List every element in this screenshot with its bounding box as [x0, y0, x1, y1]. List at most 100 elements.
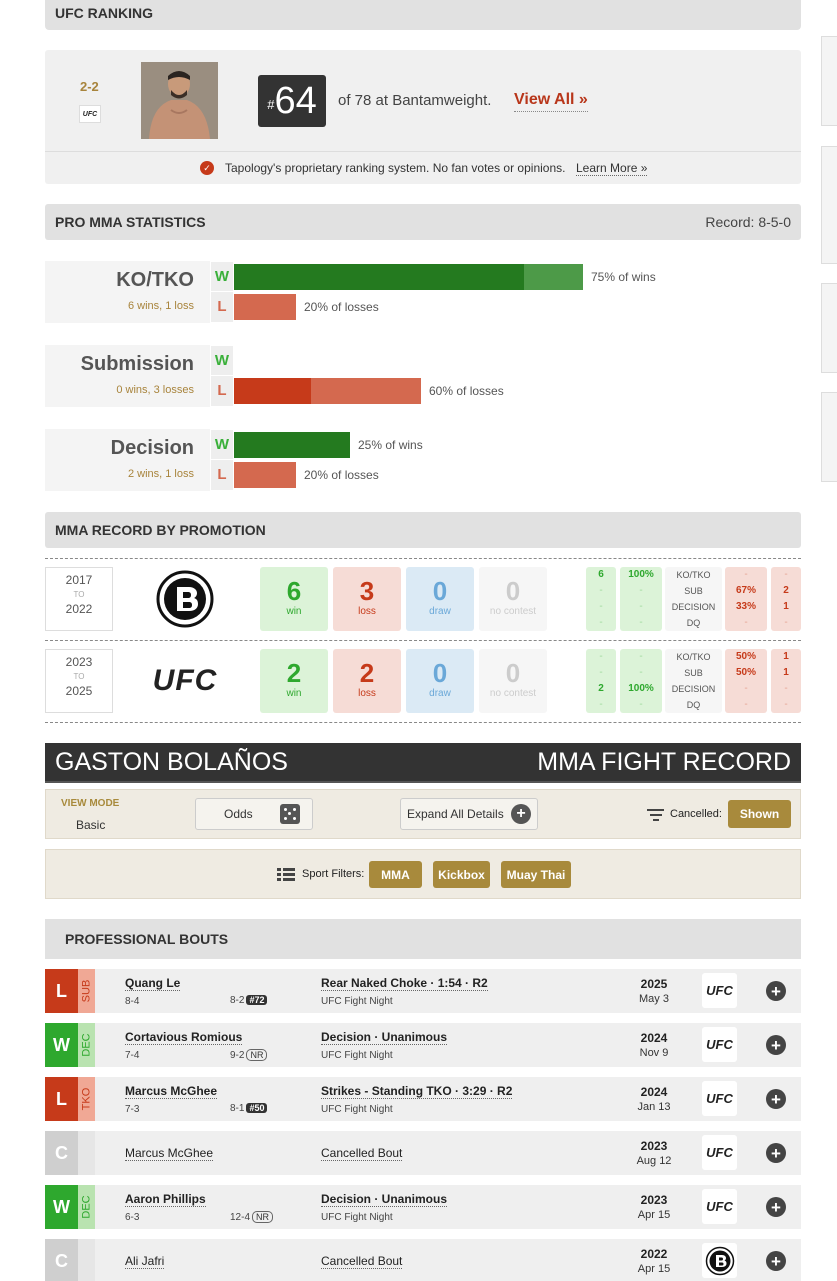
bout-row[interactable]: L SUB Quang Le 8-4 8-2 #72 UFC Fight Night Rear…: [45, 969, 801, 1013]
promo-lpct-cell: 50%: [735, 667, 756, 678]
promo-loss-count: 3: [359, 576, 375, 606]
bout-row[interactable]: C Marcus McGhee Cancelled Bout 2023 Aug 12 UF…: [45, 1131, 801, 1175]
promo-win-card: 6 win: [260, 567, 328, 631]
sport-filters-label: Sport Filters:: [302, 868, 365, 880]
promo-years: 2017 TO 2022: [45, 567, 113, 631]
promo-draw-card: 0 draw: [406, 649, 474, 713]
loss-pct-label: 20% of losses: [304, 300, 379, 314]
promo-wcount-cell: 2: [598, 683, 604, 694]
bout-row[interactable]: W DEC Aaron Phillips 6-3 12-4 NR UFC Fight Nig…: [45, 1185, 801, 1229]
view-mode-value[interactable]: Basic: [76, 818, 105, 832]
sidebar-fragment: [821, 283, 837, 373]
ufc-wordmark: UFC: [706, 983, 733, 998]
promo-win-count: 2: [286, 658, 302, 688]
rank-badge: NR: [252, 1211, 274, 1223]
fight-details-link[interactable]: Rear Naked Choke · 1:54 · R2: [321, 976, 488, 991]
method-text: DEC: [80, 1195, 93, 1219]
method-tag: [78, 1239, 95, 1281]
promo-methods-cell: DECISION: [671, 684, 716, 694]
fight-details-link[interactable]: Cancelled Bout: [321, 1146, 403, 1161]
promo-win-label: win: [286, 688, 302, 699]
fight-details-link[interactable]: Cancelled Bout: [321, 1254, 403, 1269]
promo-wpct-cell: -: [639, 617, 643, 628]
stat-method-name: Decision: [110, 437, 194, 459]
odds-toggle[interactable]: Odds: [195, 798, 313, 830]
view-controls: VIEW MODE Basic Odds Expand All Details …: [45, 789, 801, 839]
filter-mma-button[interactable]: MMA: [369, 861, 422, 888]
method-tag: DEC: [78, 1185, 95, 1229]
sport-filters-bar: Sport Filters: MMA Kickbox Muay Thai: [45, 849, 801, 899]
plus-circle-icon: +: [511, 804, 531, 824]
fight-date: Apr 15: [637, 1263, 671, 1275]
promo-wpct-cell: 100%: [628, 569, 654, 580]
to-label: TO: [73, 672, 85, 681]
stat-method-sub: 6 wins, 1 loss: [127, 300, 194, 312]
loss-bar-segment: [234, 378, 311, 404]
event-name: UFC Fight Night: [321, 1050, 393, 1061]
filter-muaythai-button[interactable]: Muay Thai: [501, 861, 571, 888]
promo-draw-card: 0 draw: [406, 567, 474, 631]
rank-badge: #50: [246, 1103, 268, 1113]
stat-card: Decision 2 wins, 1 loss: [45, 429, 210, 491]
loss-letter: L: [211, 292, 233, 322]
expand-bout-button[interactable]: +: [766, 1035, 786, 1055]
opponent-link[interactable]: Cortavious Romious: [125, 1030, 243, 1045]
cancelled-shown-button[interactable]: Shown: [728, 800, 791, 828]
learn-more-link[interactable]: Learn More »: [576, 161, 648, 176]
promo-loss-label: loss: [358, 606, 376, 617]
promotion-logo[interactable]: UFC: [702, 1189, 737, 1224]
promotion-logo[interactable]: UFC: [702, 973, 737, 1008]
method-tag: TKO: [78, 1077, 95, 1121]
promo-divider: [45, 640, 801, 641]
promotion-logo[interactable]: UFC: [702, 1081, 737, 1116]
opponent-link[interactable]: Ali Jafri: [125, 1254, 165, 1269]
promo-draw-count: 0: [432, 576, 448, 606]
promotion-logo[interactable]: [702, 1243, 737, 1278]
promo-methods-cell: KO/TKO: [676, 570, 711, 580]
bout-row[interactable]: W DEC Cortavious Romious 7-4 9-2 NR UFC Fight …: [45, 1023, 801, 1067]
opponent-link[interactable]: Aaron Phillips: [125, 1192, 206, 1207]
promo-wpct-cell: -: [639, 699, 643, 710]
stat-method-sub: 0 wins, 3 losses: [116, 384, 194, 396]
promo-loss-label: loss: [358, 688, 376, 699]
fighter-photo[interactable]: [141, 62, 218, 139]
ufc-wordmark: UFC: [706, 1199, 733, 1214]
expand-bout-button[interactable]: +: [766, 1143, 786, 1163]
stat-method-name: KO/TKO: [116, 269, 194, 291]
sidebar-fragment: [821, 392, 837, 482]
view-all-link[interactable]: View All »: [514, 91, 588, 112]
win-bar: [234, 432, 350, 458]
promotion-logo[interactable]: UFC: [702, 1135, 737, 1170]
ufc-wordmark: UFC: [152, 664, 218, 697]
result-badge: L: [45, 969, 78, 1013]
promo-wcount-cell: -: [599, 651, 603, 662]
expand-bout-button[interactable]: +: [766, 1197, 786, 1217]
promo-wcount-cell: -: [599, 601, 603, 612]
fight-details-link[interactable]: Decision · Unanimous: [321, 1030, 448, 1045]
win-bar: [234, 264, 524, 290]
bellator-logo[interactable]: [150, 569, 220, 629]
result-badge: C: [45, 1239, 78, 1281]
opponent-link[interactable]: Marcus McGhee: [125, 1084, 218, 1099]
ufc-wordmark: UFC: [706, 1037, 733, 1052]
opponent-link[interactable]: Quang Le: [125, 976, 181, 991]
expand-bout-button[interactable]: +: [766, 1089, 786, 1109]
promotion-logo[interactable]: UFC: [702, 1027, 737, 1062]
expand-bout-button[interactable]: +: [766, 981, 786, 1001]
fight-details-link[interactable]: Strikes - Standing TKO · 3:29 · R2: [321, 1084, 513, 1099]
bout-row[interactable]: C Ali Jafri Cancelled Bout 2022 Apr 15 +: [45, 1239, 801, 1281]
ufc-logo[interactable]: UFC: [150, 651, 220, 711]
filter-kickbox-button[interactable]: Kickbox: [433, 861, 490, 888]
opponent-link[interactable]: Marcus McGhee: [125, 1146, 214, 1161]
expand-all-button[interactable]: Expand All Details +: [400, 798, 538, 830]
bout-row[interactable]: L TKO Marcus McGhee 7-3 8-1 #50 UFC Fight Nigh…: [45, 1077, 801, 1121]
fight-details-link[interactable]: Decision · Unanimous: [321, 1192, 448, 1207]
loss-pct-label: 20% of losses: [304, 468, 379, 482]
opponent-record: 8-1 #50: [230, 1103, 268, 1114]
fighter-record: 7-3: [125, 1104, 140, 1115]
expand-bout-button[interactable]: +: [766, 1251, 786, 1271]
promo-lpct-cell: 50%: [735, 651, 756, 662]
win-bar-segment: [524, 264, 583, 290]
promo-years: 2023 TO 2025: [45, 649, 113, 713]
list-icon: [277, 868, 295, 881]
